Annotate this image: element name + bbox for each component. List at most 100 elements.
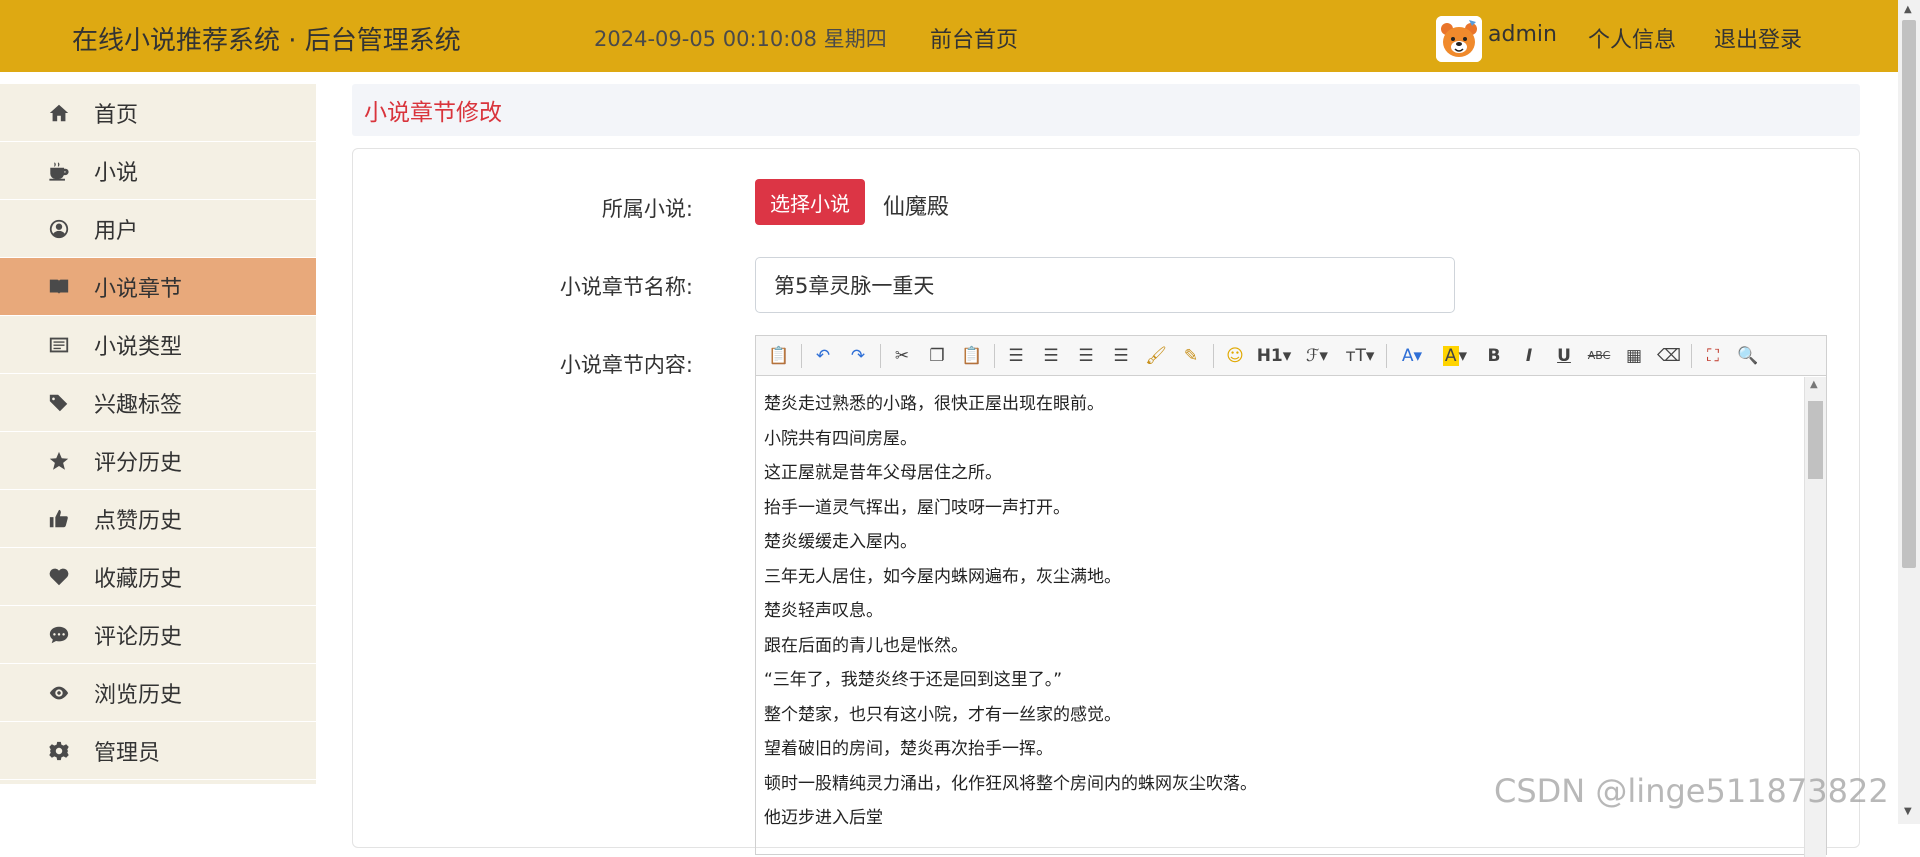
thumbs-up-icon [46, 506, 72, 532]
align-left-icon[interactable]: ☰ [1001, 341, 1031, 371]
toolbar-divider [1691, 343, 1692, 368]
editor-scroll-thumb[interactable] [1808, 401, 1823, 479]
preview-icon[interactable]: 🔍 [1733, 341, 1763, 371]
page-scroll-thumb[interactable] [1902, 20, 1916, 568]
sidebar-item-label: 浏览历史 [94, 682, 183, 708]
content-paragraph: 望着破旧的房间，楚炎再次抬手一挥。 [764, 739, 1053, 759]
font-family-icon[interactable]: ℱ▾ [1298, 341, 1336, 371]
datetime-display: 2024-09-05 00:10:08 星期四 [594, 27, 887, 51]
content-paragraph: 楚炎轻声叹息。 [764, 601, 883, 621]
font-size-icon[interactable]: ᴛT▾ [1341, 341, 1379, 371]
user-circle-icon [46, 216, 72, 242]
heading-label: H1 [1256, 345, 1283, 366]
content-paragraph: “三年了，我楚炎终于还是回到这里了。” [764, 670, 1063, 690]
format-brush-icon[interactable]: 🖌 [1141, 341, 1171, 371]
sidebar-item-label: 首页 [94, 102, 139, 128]
strikethrough-icon[interactable]: ABC [1584, 341, 1614, 371]
toolbar-divider [1213, 343, 1214, 368]
sidebar-item-label: 评论历史 [94, 624, 183, 650]
page-title: 小说章节修改 [364, 100, 502, 126]
align-center-icon[interactable]: ☰ [1036, 341, 1066, 371]
scroll-up-icon[interactable]: ▲ [1904, 4, 1912, 15]
sidebar-item-rating-history[interactable]: 评分历史 [0, 432, 316, 490]
table-icon[interactable]: ▦ [1619, 341, 1649, 371]
main-content: 小说章节修改 所属小说: 选择小说 仙魔殿 小说章节名称: 小说章节内容: 📋 … [352, 84, 1860, 857]
sidebar-item-novel[interactable]: 小说 [0, 142, 316, 200]
bear-avatar-icon [1436, 16, 1482, 62]
undo-icon[interactable]: ↶ [808, 341, 838, 371]
scroll-up-icon[interactable]: ▲ [1810, 379, 1818, 390]
tags-icon [46, 390, 72, 416]
book-open-icon [46, 274, 72, 300]
logout-link[interactable]: 退出登录 [1714, 22, 1802, 54]
novel-label: 所属小说: [601, 197, 693, 221]
avatar[interactable] [1436, 16, 1482, 62]
coffee-cup-icon [46, 158, 72, 184]
sidebar-item-label: 小说章节 [94, 276, 183, 302]
chapter-name-input[interactable] [755, 257, 1455, 313]
chapter-name-label: 小说章节名称: [559, 275, 693, 299]
page-scrollbar[interactable]: ▲ ▼ [1898, 0, 1920, 824]
sidebar-item-label: 小说类型 [94, 334, 183, 360]
redo-icon[interactable]: ↷ [843, 341, 873, 371]
highlight-icon[interactable]: A ▾ [1436, 341, 1474, 371]
app-title: 在线小说推荐系统 · 后台管理系统 [72, 26, 461, 56]
eraser-icon[interactable]: ⌫ [1654, 341, 1684, 371]
italic-icon[interactable]: I [1514, 341, 1544, 371]
sidebar-item-home[interactable]: 首页 [0, 84, 316, 142]
font-color-icon[interactable]: A▾ [1393, 341, 1431, 371]
fullscreen-icon[interactable]: ⛶ [1698, 341, 1728, 371]
sidebar-item-label: 点赞历史 [94, 508, 183, 534]
emoji-icon[interactable]: ☺ [1220, 341, 1250, 371]
sidebar-item-category[interactable]: 小说类型 [0, 316, 316, 374]
front-home-link[interactable]: 前台首页 [930, 22, 1018, 54]
toolbar-divider [994, 343, 995, 368]
underline-icon[interactable]: U [1549, 341, 1579, 371]
list-icon [46, 332, 72, 358]
watermark: CSDN @linge511873822 [1494, 772, 1889, 810]
sidebar-item-user[interactable]: 用户 [0, 200, 316, 258]
chapter-content-label: 小说章节内容: [559, 353, 693, 377]
align-right-icon[interactable]: ☰ [1071, 341, 1101, 371]
scroll-down-icon[interactable]: ▼ [1904, 806, 1912, 817]
heart-icon [46, 564, 72, 590]
sidebar-item-comment-history[interactable]: 评论历史 [0, 606, 316, 664]
sidebar-item-label: 收藏历史 [94, 566, 183, 592]
sidebar-item-tags[interactable]: 兴趣标签 [0, 374, 316, 432]
sidebar-item-admin[interactable]: 管理员 [0, 722, 316, 780]
toolbar-divider [1386, 343, 1387, 368]
sidebar-item-browse-history[interactable]: 浏览历史 [0, 664, 316, 722]
page-title-bar: 小说章节修改 [352, 84, 1860, 136]
format-clear-text-icon[interactable]: ✎ [1176, 341, 1206, 371]
content-paragraph: 这正屋就是昔年父母居住之所。 [764, 463, 1002, 483]
eye-icon [46, 680, 72, 706]
cut-icon[interactable]: ✂ [887, 341, 917, 371]
content-paragraph: 整个楚家，也只有这小院，才有一丝家的感觉。 [764, 704, 1121, 725]
toolbar-divider [801, 343, 802, 368]
sidebar-item-chapter[interactable]: 小说章节 [0, 258, 316, 316]
sidebar: 首页 小说 用户 小说章节 小说类型 兴趣标签 评分历史 点赞历史 收藏历史 评… [0, 84, 316, 784]
home-icon [46, 100, 72, 126]
editor-toolbar: 📋 ↶ ↷ ✂ ❐ 📋 ☰ ☰ ☰ ☰ 🖌 ✎ ☺ H1 ▾ ℱ▾ ᴛT▾ A▾… [756, 336, 1826, 376]
sidebar-item-label: 小说 [94, 160, 139, 186]
select-novel-button[interactable]: 选择小说 [755, 179, 865, 225]
top-header: 在线小说推荐系统 · 后台管理系统 2024-09-05 00:10:08 星期… [0, 0, 1898, 72]
sidebar-item-favorite-history[interactable]: 收藏历史 [0, 548, 316, 606]
sidebar-item-label: 管理员 [94, 740, 161, 766]
copy-icon[interactable]: ❐ [922, 341, 952, 371]
paste-icon[interactable]: 📋 [764, 341, 794, 371]
edit-form: 所属小说: 选择小说 仙魔殿 小说章节名称: 小说章节内容: 📋 ↶ ↷ ✂ ❐… [352, 148, 1860, 857]
content-paragraph: 小院共有四间房屋。 [764, 428, 917, 449]
align-justify-icon[interactable]: ☰ [1106, 341, 1136, 371]
username-label[interactable]: admin [1488, 22, 1557, 47]
star-icon [46, 448, 72, 474]
bold-icon[interactable]: B [1479, 341, 1509, 371]
gear-icon [46, 738, 72, 764]
profile-link[interactable]: 个人信息 [1588, 22, 1676, 54]
sidebar-item-label: 评分历史 [94, 450, 183, 476]
heading-icon[interactable]: H1 ▾ [1255, 341, 1293, 371]
sidebar-item-label: 兴趣标签 [94, 392, 183, 418]
sidebar-item-like-history[interactable]: 点赞历史 [0, 490, 316, 548]
content-paragraph: 抬手一道灵气挥出，屋门吱呀一声打开。 [764, 497, 1070, 518]
paste-text-icon[interactable]: 📋 [957, 341, 987, 371]
